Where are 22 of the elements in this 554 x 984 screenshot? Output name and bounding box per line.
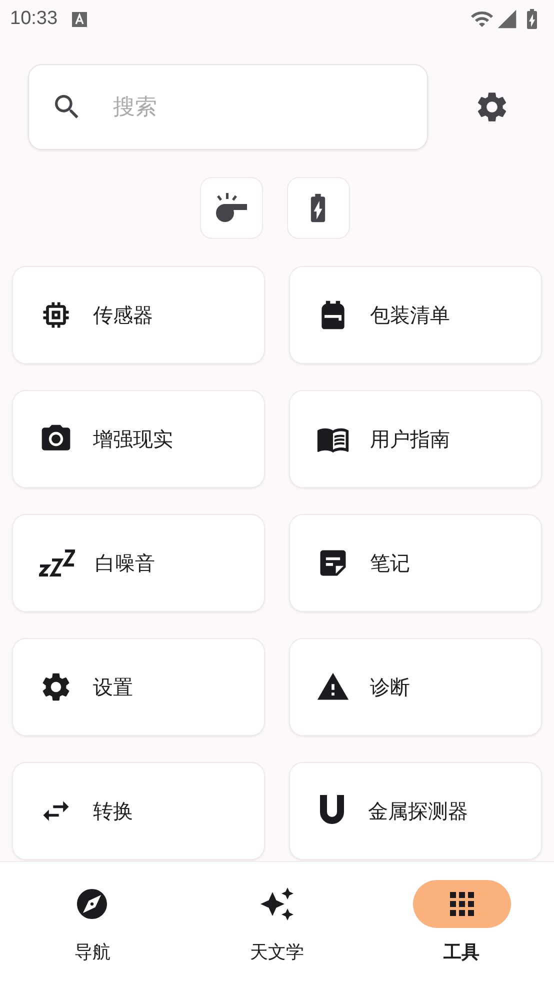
sparkles-icon <box>259 886 295 922</box>
tool-card[interactable]: 转换 <box>12 762 265 860</box>
battery-button[interactable] <box>286 177 350 239</box>
sleep-icon <box>39 549 75 577</box>
nav-tab[interactable]: 导航 <box>0 862 185 984</box>
signal-icon <box>496 8 518 30</box>
tool-card[interactable]: 笔记 <box>289 514 542 612</box>
nav-tab[interactable]: 工具 <box>369 862 554 984</box>
tool-card[interactable]: 增强现实 <box>12 390 265 488</box>
tool-card[interactable]: 设置 <box>12 638 265 736</box>
keyboard-notification-icon <box>72 12 87 26</box>
whistle-icon <box>214 193 248 223</box>
whistle-button[interactable] <box>200 177 262 239</box>
tool-card[interactable]: 传感器 <box>12 266 265 364</box>
status-time: 10:33 <box>10 8 58 30</box>
search-field[interactable]: 搜索 <box>111 93 407 121</box>
tool-card[interactable]: 白噪音 <box>12 514 265 612</box>
tool-card[interactable]: 诊断 <box>289 638 542 736</box>
nav-tab[interactable]: 天文学 <box>184 862 370 984</box>
tool-card[interactable]: 金属探测器 <box>289 762 542 860</box>
tool-card[interactable]: 包装清单 <box>289 266 542 364</box>
tool-card[interactable]: 用户指南 <box>289 390 542 488</box>
